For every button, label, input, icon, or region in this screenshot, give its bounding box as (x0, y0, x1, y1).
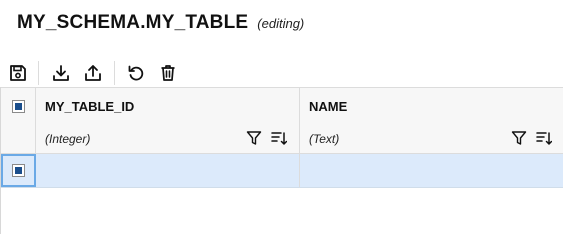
save-button[interactable] (7, 62, 29, 84)
column-header-my-table-id[interactable]: MY_TABLE_ID (36, 88, 300, 124)
upload-icon (85, 65, 101, 81)
data-grid: MY_TABLE_ID NAME (Integer) (Text) (0, 87, 563, 234)
column-type-row: (Integer) (Text) (1, 124, 563, 154)
select-all-checkbox[interactable] (11, 99, 25, 113)
toolbar-separator (114, 61, 115, 85)
save-icon (10, 65, 26, 81)
table-row[interactable] (1, 154, 563, 188)
column-name: MY_TABLE_ID (45, 98, 135, 114)
row-checkbox[interactable] (12, 164, 25, 177)
filter-icon[interactable] (511, 130, 527, 146)
delete-button[interactable] (157, 62, 179, 84)
page-header: MY_SCHEMA.MY_TABLE (editing) (17, 12, 304, 34)
export-button[interactable] (82, 62, 104, 84)
download-icon (53, 65, 69, 81)
column-header-name[interactable]: NAME (300, 88, 563, 124)
table-cell-name[interactable] (300, 154, 563, 187)
editing-status: (editing) (257, 16, 305, 31)
filter-icon[interactable] (246, 130, 262, 146)
revert-button[interactable] (125, 62, 147, 84)
toolbar (0, 58, 563, 88)
type-row-gutter (1, 124, 36, 153)
table-title: MY_SCHEMA.MY_TABLE (17, 12, 249, 33)
column-name: NAME (309, 98, 348, 114)
column-type: (Text) (309, 131, 340, 146)
sort-icon[interactable] (536, 130, 552, 146)
trash-icon (161, 65, 175, 81)
import-button[interactable] (50, 62, 72, 84)
toolbar-separator (38, 61, 39, 85)
column-type-my-table-id: (Integer) (36, 124, 300, 153)
column-header-row: MY_TABLE_ID NAME (1, 87, 563, 125)
sort-icon[interactable] (271, 130, 287, 146)
undo-icon (128, 65, 144, 81)
table-cell-my-table-id[interactable] (36, 154, 300, 187)
row-select-cell (1, 154, 36, 187)
column-type-name: (Text) (300, 124, 563, 153)
column-type: (Integer) (45, 131, 91, 146)
select-all-cell (1, 88, 36, 124)
